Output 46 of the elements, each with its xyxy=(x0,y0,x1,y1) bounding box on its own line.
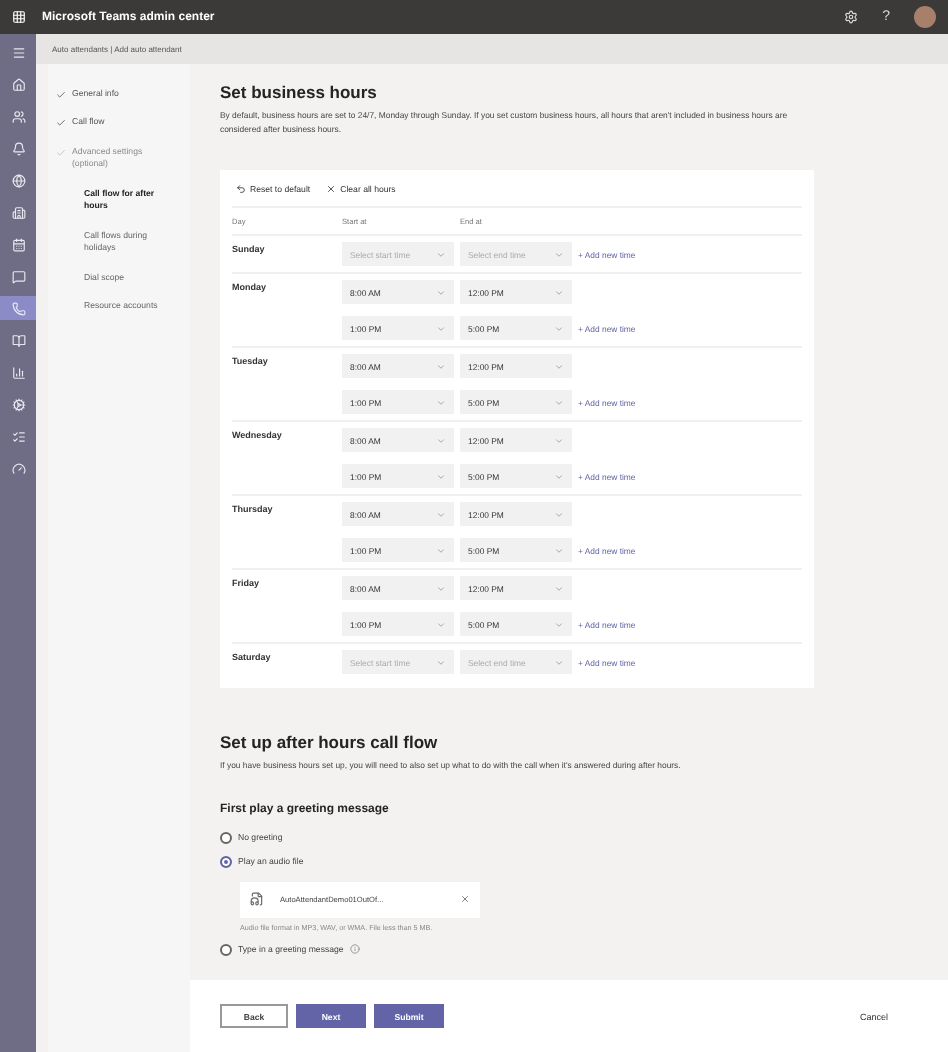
book-icon[interactable] xyxy=(11,333,25,347)
chevron-down-icon xyxy=(554,509,564,519)
gauge-icon[interactable] xyxy=(11,461,25,475)
app-launcher-icon[interactable] xyxy=(12,10,26,24)
chevron-down-icon xyxy=(436,471,446,481)
avatar[interactable] xyxy=(914,6,936,28)
chevron-down-icon xyxy=(554,435,564,445)
chevron-down-icon xyxy=(554,397,564,407)
chevron-down-icon xyxy=(554,619,564,629)
chevron-down-icon xyxy=(436,397,446,407)
bell-icon[interactable] xyxy=(11,141,25,155)
radio-button[interactable] xyxy=(220,831,232,843)
chevron-down-icon xyxy=(436,583,446,593)
section-title: Set business hours xyxy=(220,82,379,102)
chevron-down-icon xyxy=(554,657,564,667)
chevron-down-icon xyxy=(436,435,446,445)
chart-icon[interactable] xyxy=(11,365,25,379)
chevron-down-icon xyxy=(436,657,446,667)
audio-file-icon xyxy=(250,892,264,906)
calendar-icon[interactable] xyxy=(11,237,25,251)
radio-button[interactable] xyxy=(220,943,232,955)
chevron-down-icon xyxy=(436,249,446,259)
chevron-down-icon xyxy=(436,323,446,333)
chevron-down-icon xyxy=(554,361,564,371)
phone-icon[interactable] xyxy=(11,301,25,315)
radio-button[interactable] xyxy=(220,855,232,867)
chevron-down-icon xyxy=(436,287,446,297)
chevron-down-icon xyxy=(554,249,564,259)
undo-icon xyxy=(236,183,246,193)
building-icon[interactable] xyxy=(11,205,25,219)
chevron-down-icon xyxy=(436,619,446,629)
chevron-down-icon xyxy=(554,287,564,297)
chevron-down-icon xyxy=(436,545,446,555)
chevron-down-icon xyxy=(436,509,446,519)
section-title: Set up after hours call flow xyxy=(220,732,440,752)
chevron-down-icon xyxy=(436,361,446,371)
menu-icon[interactable] xyxy=(11,45,25,59)
chevron-down-icon xyxy=(554,323,564,333)
chevron-down-icon xyxy=(554,471,564,481)
home-icon[interactable] xyxy=(11,77,25,91)
globe-icon[interactable] xyxy=(11,173,25,187)
chat-icon[interactable] xyxy=(11,269,25,283)
chevron-down-icon xyxy=(554,545,564,555)
people-icon[interactable] xyxy=(11,109,25,123)
checklist-icon[interactable] xyxy=(11,429,25,443)
chevron-down-icon xyxy=(554,583,564,593)
